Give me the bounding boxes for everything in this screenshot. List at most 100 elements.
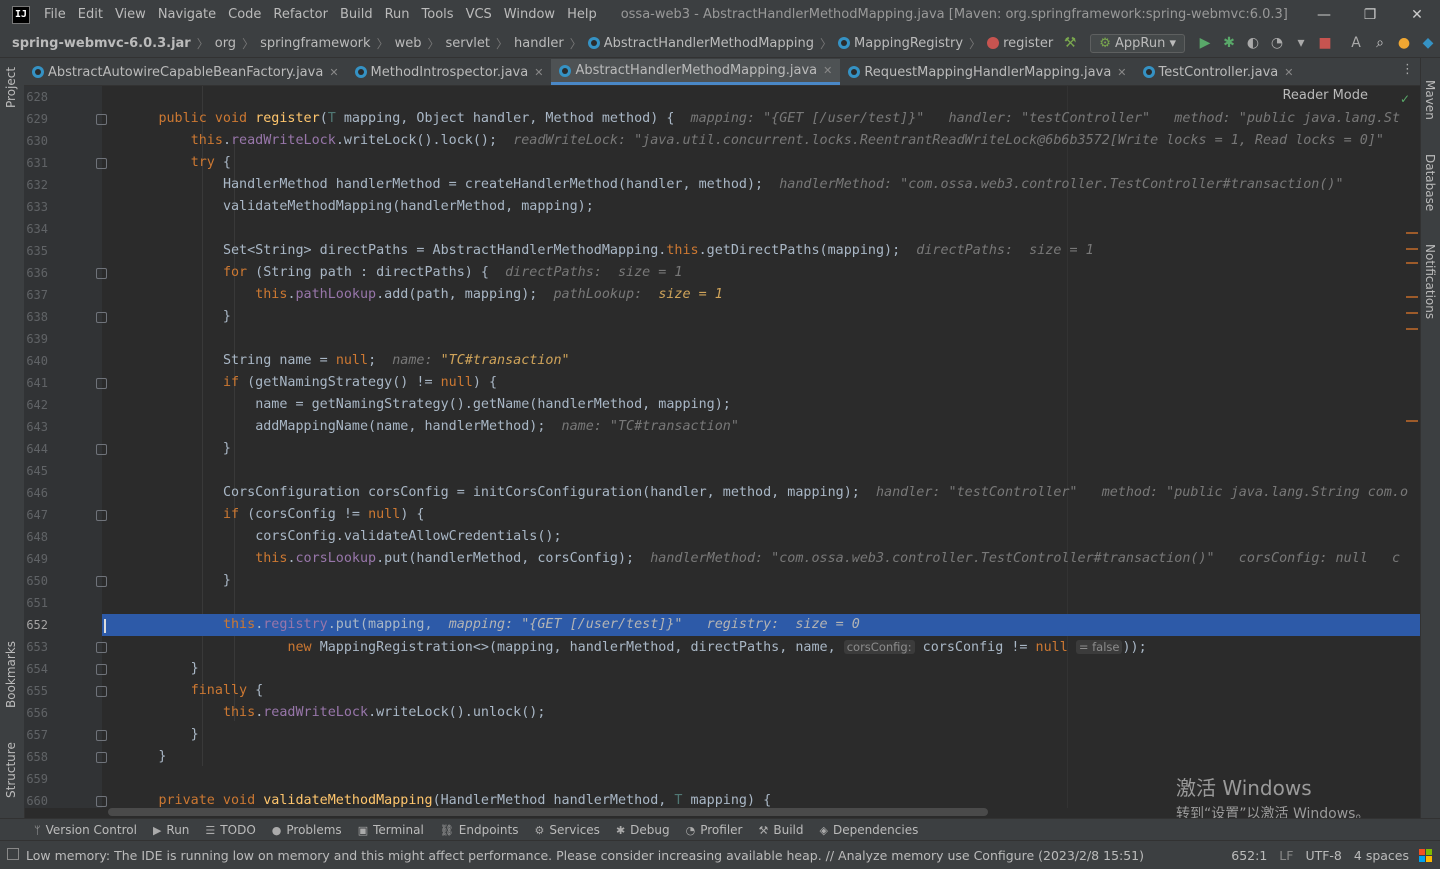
endpoints-tool-button[interactable]: ⛓ Endpoints <box>432 823 527 837</box>
fold-marker-icon[interactable] <box>96 730 107 741</box>
menu-help[interactable]: Help <box>561 7 603 22</box>
line-number[interactable]: 646 <box>24 482 48 504</box>
status-message[interactable]: Low memory: The IDE is running low on me… <box>0 848 1144 863</box>
menu-tools[interactable]: Tools <box>416 7 460 22</box>
run-config-select[interactable]: ⚙ AppRun ▾ <box>1090 33 1185 53</box>
structure-tool-button[interactable]: Structure <box>4 742 18 798</box>
line-number[interactable]: 630 <box>24 130 48 152</box>
breadcrumb-org[interactable]: org <box>211 36 240 51</box>
hammer-build-icon[interactable]: ⚒ <box>1059 32 1081 54</box>
more-tabs-icon[interactable]: ⋮ <box>1401 62 1414 77</box>
coverage-icon[interactable]: ◐ <box>1242 32 1264 54</box>
breadcrumb-class[interactable]: AbstractHandlerMethodMapping <box>584 36 818 51</box>
toolbox-icon[interactable]: ◆ <box>1417 32 1439 54</box>
line-number[interactable]: 647 <box>24 504 48 526</box>
build-tool-button[interactable]: ⚒ Build <box>750 823 811 837</box>
line-separator[interactable]: LF <box>1273 848 1299 863</box>
line-number[interactable]: 643 <box>24 416 48 438</box>
breadcrumb-springframework[interactable]: springframework <box>256 36 374 51</box>
terminal-tool-button[interactable]: ▣ Terminal <box>350 823 432 837</box>
menu-file[interactable]: File <box>38 7 72 22</box>
line-number[interactable]: 632 <box>24 174 48 196</box>
fold-marker-icon[interactable] <box>96 510 107 521</box>
menu-run[interactable]: Run <box>379 7 416 22</box>
close-tab-icon[interactable]: ✕ <box>534 66 543 79</box>
profiler-tool-button[interactable]: ◔ Profiler <box>678 823 751 837</box>
line-number[interactable]: 636 <box>24 262 48 284</box>
menu-window[interactable]: Window <box>498 7 561 22</box>
fold-marker-icon[interactable] <box>96 576 107 587</box>
breadcrumb-jar[interactable]: spring-webmvc-6.0.3.jar <box>0 36 195 51</box>
line-number[interactable]: 652 <box>24 614 48 636</box>
line-number[interactable]: 628 <box>24 86 48 108</box>
line-number[interactable]: 633 <box>24 196 48 218</box>
close-tab-icon[interactable]: ✕ <box>1117 66 1126 79</box>
breadcrumb-servlet[interactable]: servlet <box>441 36 494 51</box>
run-tool-button[interactable]: ▶ Run <box>145 823 197 837</box>
tab-test-controller[interactable]: TestController.java ✕ <box>1135 59 1302 85</box>
fold-marker-icon[interactable] <box>96 444 107 455</box>
database-tool-button[interactable]: Database <box>1423 154 1437 211</box>
menu-vcs[interactable]: VCS <box>460 7 498 22</box>
fold-marker-icon[interactable] <box>96 114 107 125</box>
menu-code[interactable]: Code <box>222 7 267 22</box>
tab-abstract-handler-method-mapping[interactable]: AbstractHandlerMethodMapping.java ✕ <box>551 59 841 85</box>
line-number[interactable]: 660 <box>24 790 48 812</box>
update-icon[interactable]: ● <box>1393 32 1415 54</box>
line-number[interactable]: 658 <box>24 746 48 768</box>
line-number[interactable]: 651 <box>24 592 48 614</box>
tab-method-introspector[interactable]: MethodIntrospector.java ✕ <box>347 59 552 85</box>
line-number[interactable]: 629 <box>24 108 48 130</box>
line-number[interactable]: 638 <box>24 306 48 328</box>
line-number[interactable]: 641 <box>24 372 48 394</box>
fold-marker-icon[interactable] <box>96 268 107 279</box>
fold-marker-icon[interactable] <box>96 752 107 763</box>
fold-marker-icon[interactable] <box>96 642 107 653</box>
line-number[interactable]: 659 <box>24 768 48 790</box>
line-number[interactable]: 649 <box>24 548 48 570</box>
menu-build[interactable]: Build <box>334 7 379 22</box>
services-tool-button[interactable]: ⚙ Services <box>526 823 607 837</box>
menu-view[interactable]: View <box>109 7 152 22</box>
line-number[interactable]: 637 <box>24 284 48 306</box>
fold-marker-icon[interactable] <box>96 378 107 389</box>
caret-position[interactable]: 652:1 <box>1225 848 1273 863</box>
close-tab-icon[interactable]: ✕ <box>823 64 832 77</box>
problems-tool-button[interactable]: ● Problems <box>264 823 350 837</box>
debug-icon[interactable]: ✱ <box>1218 32 1240 54</box>
fold-marker-icon[interactable] <box>96 158 107 169</box>
horizontal-scrollbar[interactable] <box>108 808 988 816</box>
run-icon[interactable]: ▶ <box>1194 32 1216 54</box>
tab-abstract-autowire[interactable]: AbstractAutowireCapableBeanFactory.java ✕ <box>24 59 347 85</box>
menu-edit[interactable]: Edit <box>72 7 109 22</box>
chevron-down-icon[interactable]: ▾ <box>1290 32 1312 54</box>
line-number[interactable]: 639 <box>24 328 48 350</box>
breadcrumb-inner-class[interactable]: MappingRegistry <box>834 36 967 51</box>
maven-tool-button[interactable]: Maven <box>1423 80 1437 120</box>
breadcrumb-handler[interactable]: handler <box>510 36 568 51</box>
tab-request-mapping-handler-mapping[interactable]: RequestMappingHandlerMapping.java ✕ <box>840 59 1134 85</box>
line-number[interactable]: 654 <box>24 658 48 680</box>
line-number[interactable]: 644 <box>24 438 48 460</box>
fold-marker-icon[interactable] <box>96 664 107 675</box>
dependencies-tool-button[interactable]: ◈ Dependencies <box>811 823 926 837</box>
restore-icon[interactable]: ❐ <box>1347 0 1393 29</box>
code-editor[interactable]: Reader Mode public void register(T mappi… <box>102 86 1420 808</box>
close-icon[interactable]: ✕ <box>1394 0 1440 29</box>
bookmarks-tool-button[interactable]: Bookmarks <box>4 641 18 708</box>
project-tool-button[interactable]: Project <box>4 67 18 108</box>
menu-refactor[interactable]: Refactor <box>267 7 334 22</box>
line-number[interactable]: 653 <box>24 636 48 658</box>
line-number[interactable]: 640 <box>24 350 48 372</box>
file-encoding[interactable]: UTF-8 <box>1299 848 1347 863</box>
version-control-button[interactable]: ᛘ Version Control <box>26 823 145 837</box>
close-tab-icon[interactable]: ✕ <box>1284 66 1293 79</box>
line-number[interactable]: 642 <box>24 394 48 416</box>
translate-icon[interactable]: A <box>1345 32 1367 54</box>
line-number[interactable]: 634 <box>24 218 48 240</box>
reader-mode-button[interactable]: Reader Mode <box>1282 88 1368 103</box>
line-number[interactable]: 631 <box>24 152 48 174</box>
search-icon[interactable]: ⌕ <box>1369 32 1391 54</box>
todo-tool-button[interactable]: ☰ TODO <box>197 823 263 837</box>
line-number[interactable]: 656 <box>24 702 48 724</box>
